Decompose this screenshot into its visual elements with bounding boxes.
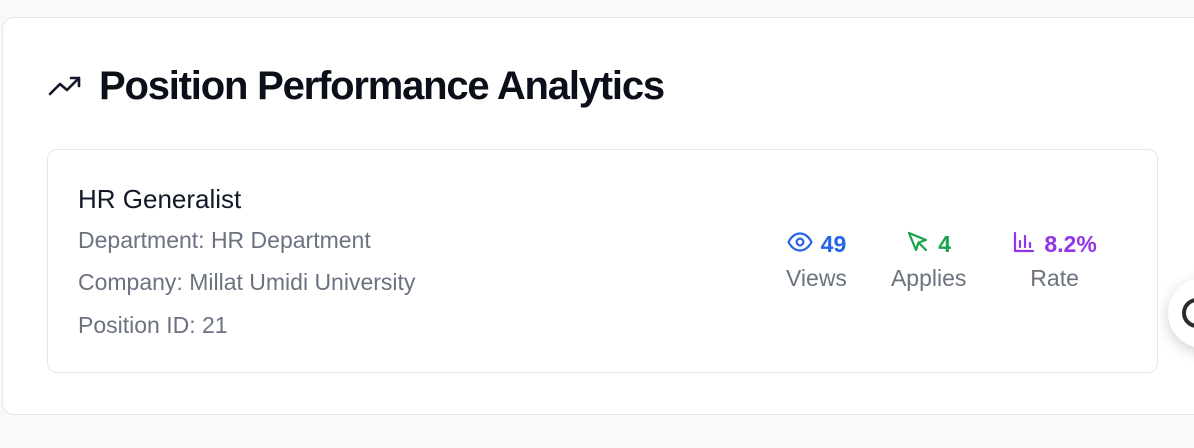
position-card[interactable]: HR Generalist Department: HR Department …: [47, 149, 1158, 373]
panel-header: Position Performance Analytics: [47, 62, 665, 110]
views-metric: 49 Views: [786, 229, 847, 292]
chat-icon: [1182, 298, 1194, 328]
applies-metric: 4 Applies: [891, 229, 966, 292]
rate-value: 8.2%: [1044, 230, 1097, 257]
panel-title: Position Performance Analytics: [99, 64, 665, 108]
views-label: Views: [786, 265, 847, 291]
position-id: Position ID: 21: [78, 312, 228, 338]
cursor-pointer-icon: [906, 230, 930, 259]
applies-value: 4: [938, 230, 952, 257]
position-title: HR Generalist: [78, 184, 242, 214]
bar-chart-icon: [1012, 230, 1036, 259]
trending-up-icon: [47, 68, 83, 104]
position-metrics: 49 Views 4 Applies 8.2% Rate: [786, 229, 1097, 292]
eye-icon: [787, 231, 813, 257]
analytics-panel: Position Performance Analytics HR Genera…: [2, 17, 1194, 415]
position-department: Department: HR Department: [78, 227, 371, 253]
applies-label: Applies: [890, 265, 967, 291]
position-company: Company: Millat Umidi University: [78, 269, 416, 295]
rate-label: Rate: [1030, 265, 1079, 291]
views-value: 49: [820, 230, 847, 257]
rate-metric: 8.2% Rate: [1012, 229, 1097, 292]
